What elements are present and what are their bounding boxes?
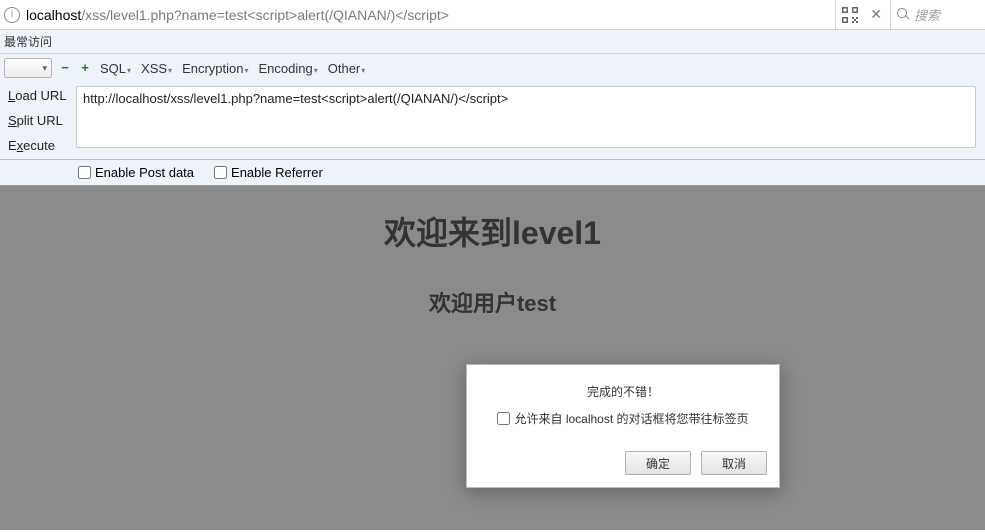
dialog-checkbox-input[interactable] [497, 412, 510, 425]
dialog-message: 完成的不错！ [481, 383, 765, 400]
page-title: 欢迎来到level1 [0, 186, 985, 254]
dialog-checkbox[interactable]: 允许来自 localhost 的对话框将您带往标签页 [481, 410, 765, 427]
hackbar-body: Load URL Split URL Execute [0, 82, 985, 160]
url-host: localhost [26, 7, 81, 23]
plus-icon[interactable]: + [78, 61, 92, 75]
page-subtitle: 欢迎用户test [0, 286, 985, 318]
hackbar-right [76, 82, 985, 159]
info-icon[interactable]: i [4, 7, 20, 23]
enable-post-checkbox[interactable]: Enable Post data [78, 165, 194, 180]
menu-xss[interactable]: XSS▾ [139, 61, 174, 76]
dialog-checkbox-label: 允许来自 localhost 的对话框将您带往标签页 [514, 410, 748, 427]
menu-encoding[interactable]: Encoding▾ [257, 61, 320, 76]
enable-referrer-label: Enable Referrer [231, 165, 323, 180]
hackbar-bottom: Enable Post data Enable Referrer [0, 160, 985, 186]
alert-dialog: 完成的不错！ 允许来自 localhost 的对话框将您带往标签页 确定 取消 [466, 364, 780, 488]
enable-referrer-checkbox[interactable]: Enable Referrer [214, 165, 323, 180]
address-bar-right-icons: ✕ [836, 0, 890, 29]
qr-icon[interactable] [842, 7, 858, 23]
dialog-body: 完成的不错！ 允许来自 localhost 的对话框将您带往标签页 [467, 365, 779, 441]
dialog-footer: 确定 取消 [467, 441, 779, 487]
execute-button[interactable]: Execute [8, 138, 68, 153]
hackbar-toolbar: ▾ − + SQL▾ XSS▾ Encryption▾ Encoding▾ Ot… [0, 54, 985, 82]
split-url-button[interactable]: Split URL [8, 113, 68, 128]
enable-referrer-input[interactable] [214, 166, 227, 179]
cancel-button[interactable]: 取消 [701, 451, 767, 475]
page-content: 欢迎来到level1 欢迎用户test 完成的不错！ 允许来自 localhos… [0, 186, 985, 530]
hackbar-actions: Load URL Split URL Execute [0, 82, 76, 159]
minus-icon[interactable]: − [58, 61, 72, 75]
address-bar[interactable]: i localhost/xss/level1.php?name=test<scr… [0, 0, 836, 29]
url-path: /xss/level1.php?name=test<script>alert(/… [81, 7, 449, 23]
search-icon [897, 8, 910, 21]
menu-sql[interactable]: SQL▾ [98, 61, 133, 76]
search-placeholder: 搜索 [914, 5, 940, 24]
menu-other[interactable]: Other▾ [326, 61, 368, 76]
url-textarea[interactable] [76, 86, 976, 148]
menu-encryption[interactable]: Encryption▾ [180, 61, 250, 76]
enable-post-input[interactable] [78, 166, 91, 179]
close-icon[interactable]: ✕ [868, 6, 884, 23]
load-url-button[interactable]: Load URL [8, 88, 68, 103]
ok-button[interactable]: 确定 [625, 451, 691, 475]
address-bar-row: i localhost/xss/level1.php?name=test<scr… [0, 0, 985, 30]
bookmark-most-visited[interactable]: 最常访问 [4, 33, 52, 50]
search-box[interactable]: 搜索 [890, 0, 985, 29]
url-text: localhost/xss/level1.php?name=test<scrip… [26, 7, 449, 23]
bookmark-bar: 最常访问 [0, 30, 985, 54]
enable-post-label: Enable Post data [95, 165, 194, 180]
hackbar-dropdown[interactable]: ▾ [4, 58, 52, 78]
